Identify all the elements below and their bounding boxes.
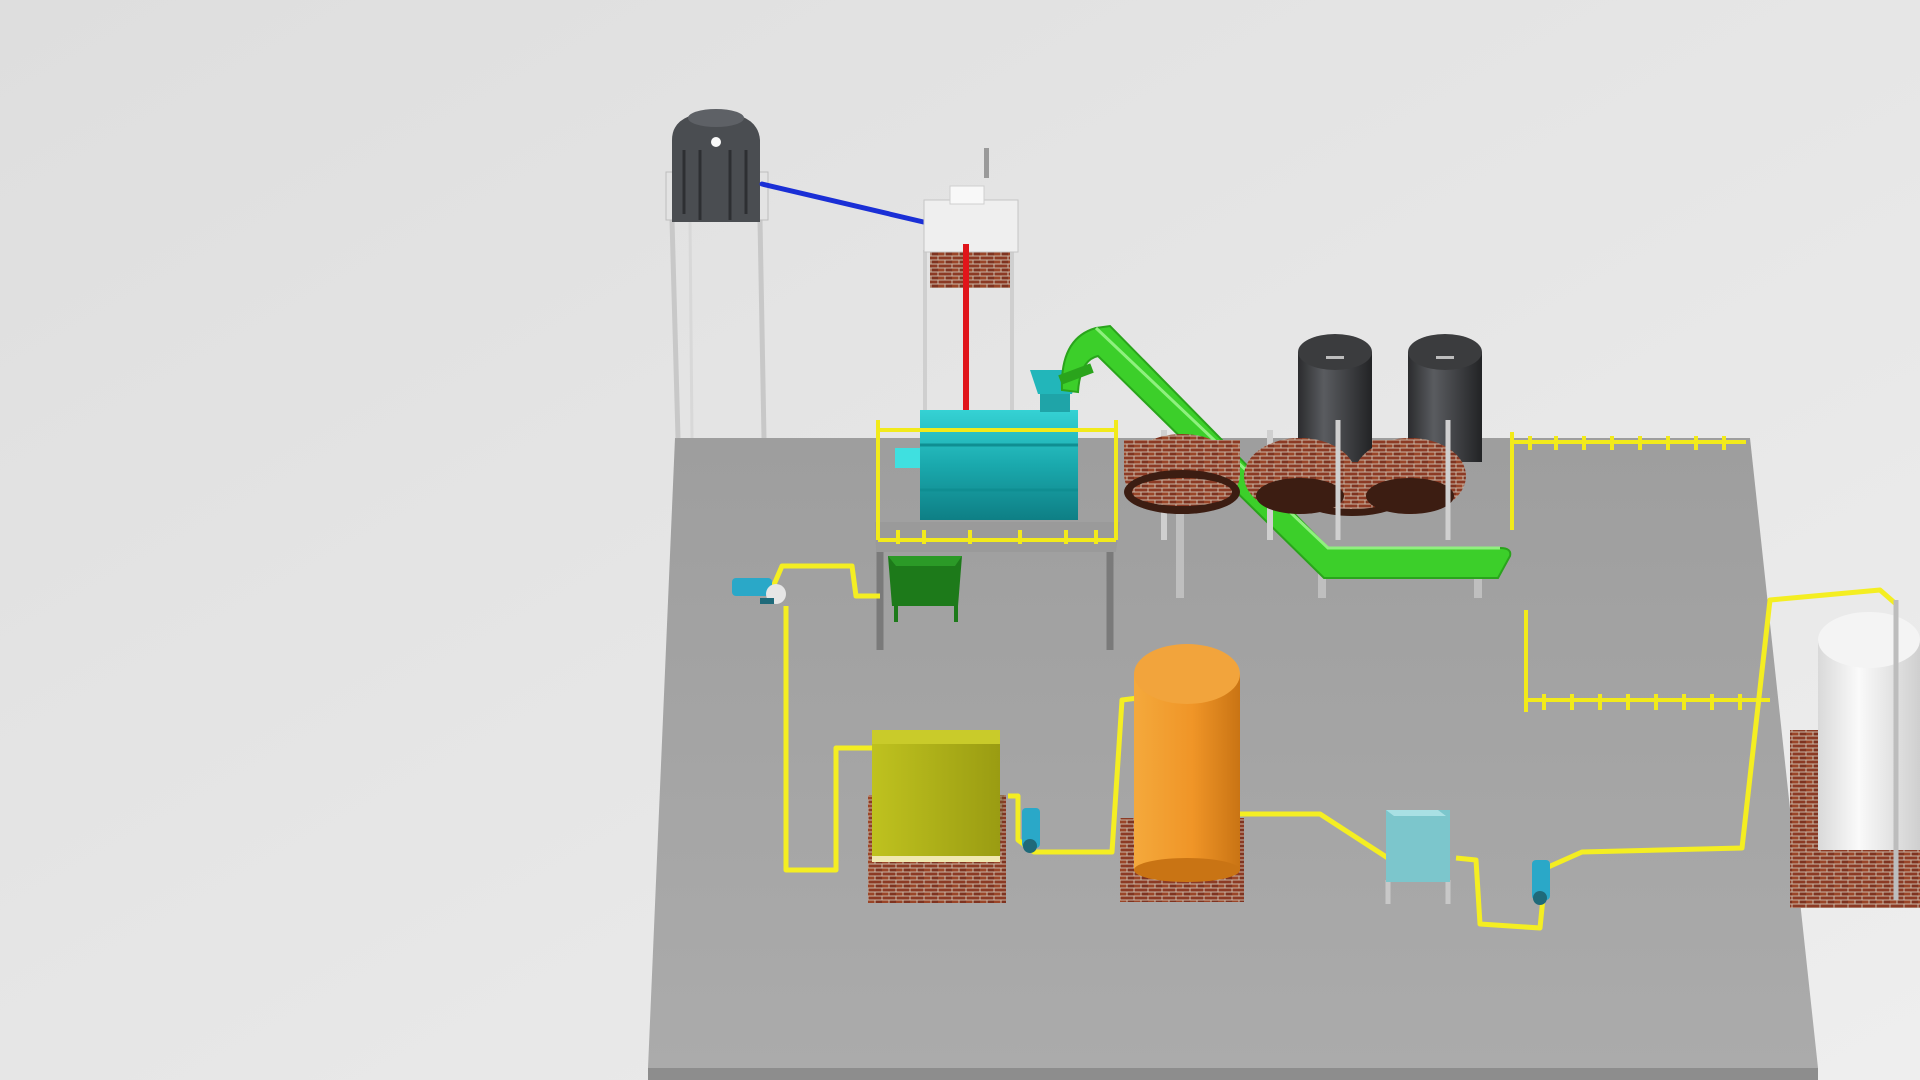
plant-3d-render (0, 0, 1920, 1080)
storage-tank-icon (868, 730, 1006, 903)
storage-tank-icon (1120, 644, 1244, 902)
pump-icon (1022, 808, 1040, 853)
pump-icon (1532, 860, 1550, 905)
